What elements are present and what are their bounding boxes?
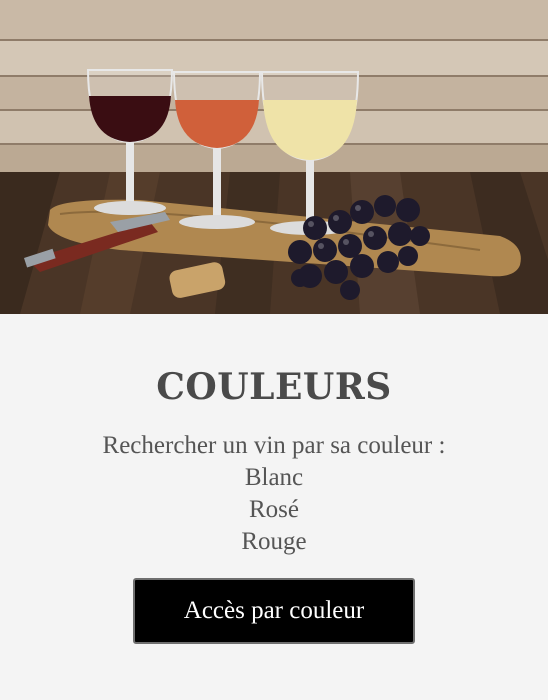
color-blanc: Blanc xyxy=(244,464,304,491)
section-description: Rechercher un vin par sa couleur : Blanc… xyxy=(0,430,548,558)
color-rouge: Rouge xyxy=(241,528,307,555)
intro-text: Rechercher un vin par sa couleur : xyxy=(102,432,446,459)
hero-image xyxy=(0,0,548,314)
section-title: COULEURS xyxy=(156,366,392,408)
color-rose: Rosé xyxy=(249,496,299,523)
category-card: COULEURS Rechercher un vin par sa couleu… xyxy=(0,0,548,700)
card-body: COULEURS Rechercher un vin par sa couleu… xyxy=(0,314,548,700)
access-by-color-button[interactable]: Accès par couleur xyxy=(133,578,415,644)
